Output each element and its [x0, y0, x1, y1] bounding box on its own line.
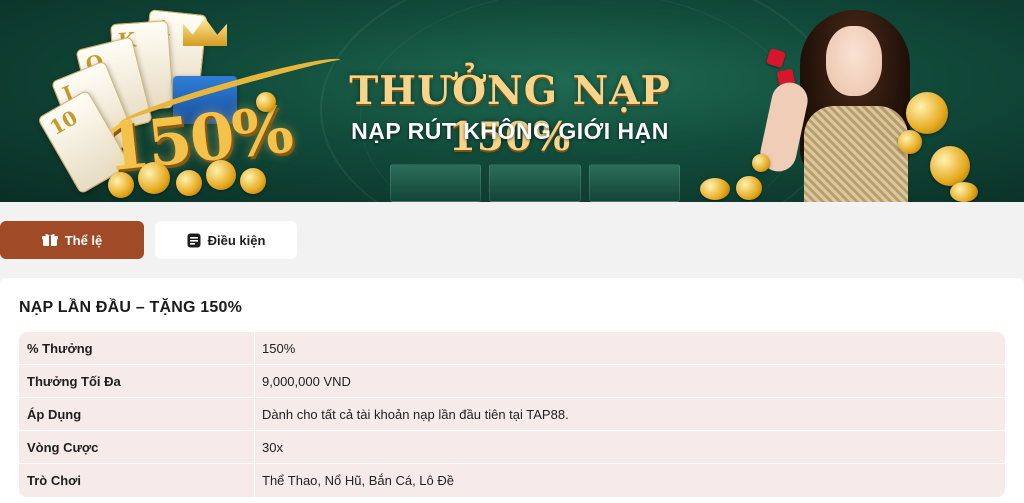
banner-subheadline: NẠP RÚT KHÔNG GIỚI HẠN [351, 118, 669, 144]
promo-details-panel: NẠP LẦN ĐẦU – TẶNG 150% % Thưởng 150% Th… [0, 278, 1024, 503]
coin-icon [138, 162, 170, 194]
row-key: Trò Chơi [19, 464, 255, 497]
coin-icon [752, 154, 770, 172]
row-key: % Thưởng [19, 332, 255, 365]
table-row: Thưởng Tối Đa 9,000,000 VND [19, 365, 1005, 398]
coin-icon [256, 92, 276, 112]
coin-icon [898, 130, 922, 154]
coin-icon [700, 178, 730, 200]
row-value: 150% [255, 332, 1005, 365]
tab-bar: Thể lệ Điều kiện [0, 221, 297, 259]
row-key: Vòng Cược [19, 431, 255, 464]
coin-icon [906, 92, 948, 134]
tab-conditions-label: Điều kiện [207, 232, 266, 248]
coin-icon [736, 176, 762, 200]
tab-conditions[interactable]: Điều kiện [155, 221, 297, 259]
banner-screens-decoration [390, 164, 680, 202]
banner-headline: THƯỞNG NẠP 150% [349, 68, 671, 160]
section-title: NẠP LẦN ĐẦU – TẶNG 150% [19, 299, 243, 316]
gift-icon [41, 233, 58, 247]
coin-icon [206, 160, 236, 190]
coin-icon [240, 168, 266, 194]
row-value: 9,000,000 VND [255, 365, 1005, 398]
coin-icon [108, 172, 134, 198]
tab-rules[interactable]: Thể lệ [0, 221, 144, 259]
table-row: Vòng Cược 30x [19, 431, 1005, 464]
row-key: Thưởng Tối Đa [19, 365, 255, 398]
coin-icon [930, 146, 970, 186]
card-letter: 10 [45, 105, 82, 141]
coin-icon [176, 170, 202, 196]
table-row: % Thưởng 150% [19, 332, 1005, 365]
promo-banner: A K Q J 10 150% THƯỞNG NẠP 150% NẠP RÚT … [0, 0, 1024, 202]
table-row: Trò Chơi Thể Thao, Nổ Hũ, Bắn Cá, Lô Đề [19, 464, 1005, 497]
row-value: 30x [255, 431, 1005, 464]
tab-rules-label: Thể lệ [64, 232, 103, 248]
coin-icon [950, 182, 978, 202]
table-row: Áp Dụng Dành cho tất cả tài khoản nạp lầ… [19, 398, 1005, 431]
document-icon [187, 233, 201, 248]
promo-info-table: % Thưởng 150% Thưởng Tối Đa 9,000,000 VN… [19, 332, 1005, 497]
row-value: Thể Thao, Nổ Hũ, Bắn Cá, Lô Đề [262, 473, 454, 488]
row-key: Áp Dụng [19, 398, 255, 431]
row-value: Dành cho tất cả tài khoản nạp lần đầu ti… [255, 398, 1005, 431]
